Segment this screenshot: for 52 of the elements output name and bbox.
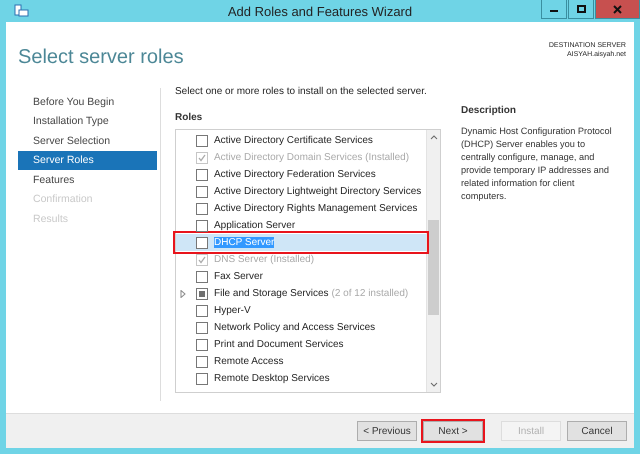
close-icon bbox=[613, 4, 622, 14]
role-checkbox[interactable] bbox=[196, 186, 208, 198]
role-checkbox[interactable] bbox=[196, 372, 208, 384]
description-heading: Description bbox=[461, 105, 518, 116]
scroll-down-icon[interactable] bbox=[430, 382, 438, 388]
role-checkbox[interactable] bbox=[196, 270, 208, 282]
role-label[interactable]: Active Directory Federation Services bbox=[214, 169, 376, 180]
wizard-step[interactable]: Features bbox=[18, 170, 157, 190]
role-label[interactable]: Remote Desktop Services bbox=[214, 373, 330, 384]
scrollbar[interactable] bbox=[426, 130, 440, 392]
wizard-step[interactable]: Server Roles bbox=[18, 150, 157, 170]
check-icon bbox=[198, 256, 206, 264]
instruction-text: Select one or more roles to install on the selected server. bbox=[175, 86, 428, 97]
scroll-up-icon[interactable] bbox=[430, 134, 438, 140]
role-checkbox[interactable] bbox=[196, 134, 208, 146]
role-checkbox[interactable] bbox=[196, 236, 208, 248]
installed-count: (2 of 12 installed) bbox=[332, 288, 408, 299]
role-label[interactable]: File and Storage Services bbox=[214, 288, 329, 299]
maximize-icon bbox=[576, 5, 586, 13]
wizard-step[interactable]: Server Selection bbox=[18, 131, 157, 150]
server-manager-icon bbox=[14, 4, 29, 17]
role-checkbox[interactable] bbox=[196, 220, 208, 232]
role-checkbox[interactable] bbox=[196, 202, 208, 214]
role-checkbox[interactable] bbox=[196, 356, 208, 368]
role-checkbox[interactable] bbox=[196, 304, 208, 316]
role-label[interactable]: Network Policy and Access Services bbox=[214, 322, 376, 333]
page-title: Select server roles bbox=[18, 46, 184, 70]
expand-icon[interactable] bbox=[180, 290, 186, 298]
wizard-button[interactable]: Cancel bbox=[567, 421, 627, 441]
role-checkbox[interactable] bbox=[196, 168, 208, 180]
role-label[interactable]: Active Directory Lightweight Directory Services bbox=[214, 186, 422, 197]
roles-heading: Roles bbox=[175, 112, 204, 123]
wizard-button[interactable]: < Previous bbox=[357, 421, 417, 441]
role-label[interactable]: Remote Access bbox=[214, 356, 284, 367]
role-label[interactable]: Active Directory Certificate Services bbox=[214, 135, 373, 146]
window-title: Add Roles and Features Wizard bbox=[228, 4, 412, 18]
maximize-button[interactable] bbox=[568, 0, 594, 19]
role-checkbox[interactable] bbox=[196, 322, 208, 334]
role-label[interactable]: Active Directory Rights Management Services bbox=[214, 203, 418, 214]
role-label[interactable]: Fax Server bbox=[214, 271, 263, 282]
role-label[interactable]: Print and Document Services bbox=[214, 339, 344, 350]
minimize-button[interactable] bbox=[541, 0, 567, 19]
role-checkbox[interactable] bbox=[196, 288, 208, 300]
wizard-button[interactable]: Next > bbox=[423, 421, 483, 441]
role-label[interactable]: Hyper-V bbox=[214, 305, 251, 316]
role-label[interactable]: Application Server bbox=[214, 220, 296, 231]
check-icon bbox=[198, 154, 206, 162]
role-checkbox[interactable] bbox=[196, 338, 208, 350]
close-button[interactable] bbox=[595, 0, 640, 19]
wizard-step[interactable]: Installation Type bbox=[18, 112, 157, 131]
description-text: Dynamic Host Configuration Protocol (DHCP) Server enables you to centrally configure, manage, and provide temporary IP addresses and related information for client computers. bbox=[461, 125, 613, 203]
wizard-step[interactable]: Before You Begin bbox=[18, 92, 157, 112]
